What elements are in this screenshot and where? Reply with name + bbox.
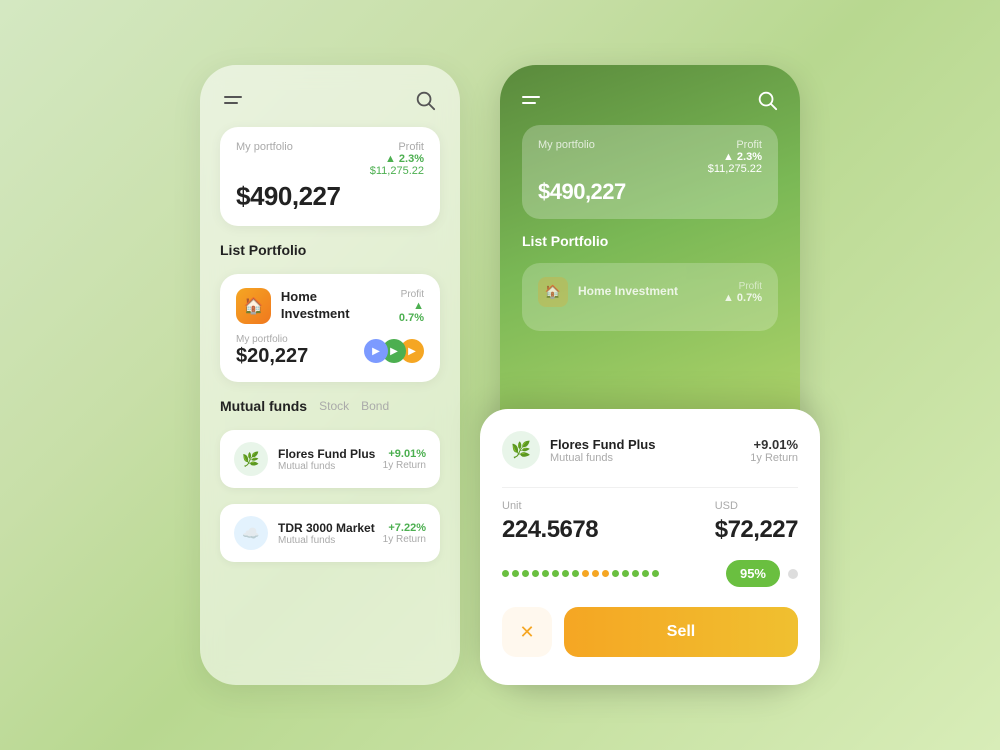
profit-percent: ▲ 2.3%: [370, 153, 424, 165]
tdr-fund-name: TDR 3000 Market: [278, 521, 375, 535]
portfolio-value: $490,227: [236, 181, 424, 212]
right-profit-amount: $11,275.22: [708, 163, 762, 175]
usd-label: USD: [715, 500, 798, 512]
bs-fund-return: +9.01% 1y Return: [750, 437, 798, 464]
right-portfolio-label: My portfolio: [538, 139, 595, 151]
flores-fund-icon: 🌿: [234, 442, 268, 476]
right-home-profit-percent: ▲ 0.7%: [723, 292, 762, 304]
right-profit-label: Profit: [708, 139, 762, 151]
arrow-circle-1: ▶: [364, 339, 388, 363]
arrow-icons: ▶ ▶ ▶: [370, 339, 424, 363]
tdr-return-label: 1y Return: [383, 534, 426, 545]
right-menu-icon[interactable]: [522, 96, 540, 104]
my-portfolio-label: My portfolio: [236, 334, 308, 345]
portfolio-label: My portfolio: [236, 141, 293, 153]
flores-fund-type: Mutual funds: [278, 461, 375, 472]
home-profit-percent: ▲ 0.7%: [386, 300, 424, 324]
right-profit-section: Profit ▲ 2.3% $11,275.22: [708, 139, 762, 175]
menu-icon[interactable]: [224, 96, 242, 104]
home-profit-label: Profit: [386, 289, 424, 300]
bs-fund-type: Mutual funds: [550, 452, 655, 464]
right-portfolio-value: $490,227: [538, 179, 762, 205]
fund-card-0[interactable]: 🌿 Flores Fund Plus Mutual funds +9.01% 1…: [220, 430, 440, 488]
portfolio-card: My portfolio Profit ▲ 2.3% $11,275.22 $4…: [220, 127, 440, 226]
progress-dots: [502, 570, 718, 578]
flores-fund-name: Flores Fund Plus: [278, 447, 375, 461]
flores-return-percent: +9.01%: [383, 448, 426, 460]
list-portfolio-title: List Portfolio: [220, 242, 440, 258]
home-investment-title: Home Investment: [281, 289, 386, 323]
home-icon: 🏠: [236, 288, 271, 324]
tdr-fund-icon: ☁️: [234, 516, 268, 550]
tdr-return-percent: +7.22%: [383, 522, 426, 534]
fund-card-1[interactable]: ☁️ TDR 3000 Market Mutual funds +7.22% 1…: [220, 504, 440, 562]
unit-label: Unit: [502, 500, 598, 512]
left-phone: My portfolio Profit ▲ 2.3% $11,275.22 $4…: [200, 65, 460, 685]
right-home-profit-section: Profit ▲ 0.7%: [723, 281, 762, 304]
bs-values-row: Unit 224.5678 USD $72,227: [502, 500, 798, 544]
bs-actions: ✕ Sell: [502, 607, 798, 657]
search-icon[interactable]: [414, 89, 436, 111]
right-phone: My portfolio Profit ▲ 2.3% $11,275.22 $4…: [500, 65, 800, 685]
right-search-icon[interactable]: [756, 89, 778, 111]
bs-return-label: 1y Return: [750, 452, 798, 464]
bs-divider: [502, 487, 798, 488]
bs-return-percent: +9.01%: [750, 437, 798, 452]
bs-fund-row: 🌿 Flores Fund Plus Mutual funds +9.01% 1…: [502, 431, 798, 469]
sell-button[interactable]: Sell: [564, 607, 798, 657]
home-investment-card[interactable]: 🏠 Home Investment Profit ▲ 0.7% My portf…: [220, 274, 440, 382]
home-profit-section: Profit ▲ 0.7%: [386, 289, 424, 324]
profit-label: Profit: [370, 141, 424, 153]
profit-section: Profit ▲ 2.3% $11,275.22: [370, 141, 424, 177]
progress-handle[interactable]: [788, 569, 798, 579]
tab-bond[interactable]: Bond: [361, 399, 389, 413]
bs-fund-icon: 🌿: [502, 431, 540, 469]
right-portfolio-card: My portfolio Profit ▲ 2.3% $11,275.22 $4…: [522, 125, 778, 219]
bs-progress-row: 95%: [502, 560, 798, 587]
left-phone-header: [220, 89, 440, 111]
right-phone-header: [522, 89, 778, 111]
usd-value: $72,227: [715, 516, 798, 544]
right-home-icon: 🏠: [538, 277, 568, 307]
tdr-fund-type: Mutual funds: [278, 535, 375, 546]
right-home-profit-label: Profit: [723, 281, 762, 292]
right-home-investment-card[interactable]: 🏠 Home Investment Profit ▲ 0.7%: [522, 263, 778, 331]
right-profit-percent: ▲ 2.3%: [708, 151, 762, 163]
cancel-button[interactable]: ✕: [502, 607, 552, 657]
right-list-portfolio-title: List Portfolio: [522, 233, 778, 249]
unit-value: 224.5678: [502, 516, 598, 544]
tab-stock[interactable]: Stock: [319, 399, 349, 413]
my-portfolio-value: $20,227: [236, 345, 308, 368]
mutual-funds-title: Mutual funds: [220, 398, 307, 414]
progress-badge: 95%: [726, 560, 780, 587]
right-home-title: Home Investment: [578, 284, 678, 300]
flores-return-label: 1y Return: [383, 460, 426, 471]
bottom-sheet: 🌿 Flores Fund Plus Mutual funds +9.01% 1…: [480, 409, 820, 685]
tdr-fund-return: +7.22% 1y Return: [383, 522, 426, 545]
bs-fund-name: Flores Fund Plus: [550, 437, 655, 452]
mutual-funds-header: Mutual funds Stock Bond: [220, 398, 440, 414]
profit-amount: $11,275.22: [370, 165, 424, 177]
flores-fund-return: +9.01% 1y Return: [383, 448, 426, 471]
